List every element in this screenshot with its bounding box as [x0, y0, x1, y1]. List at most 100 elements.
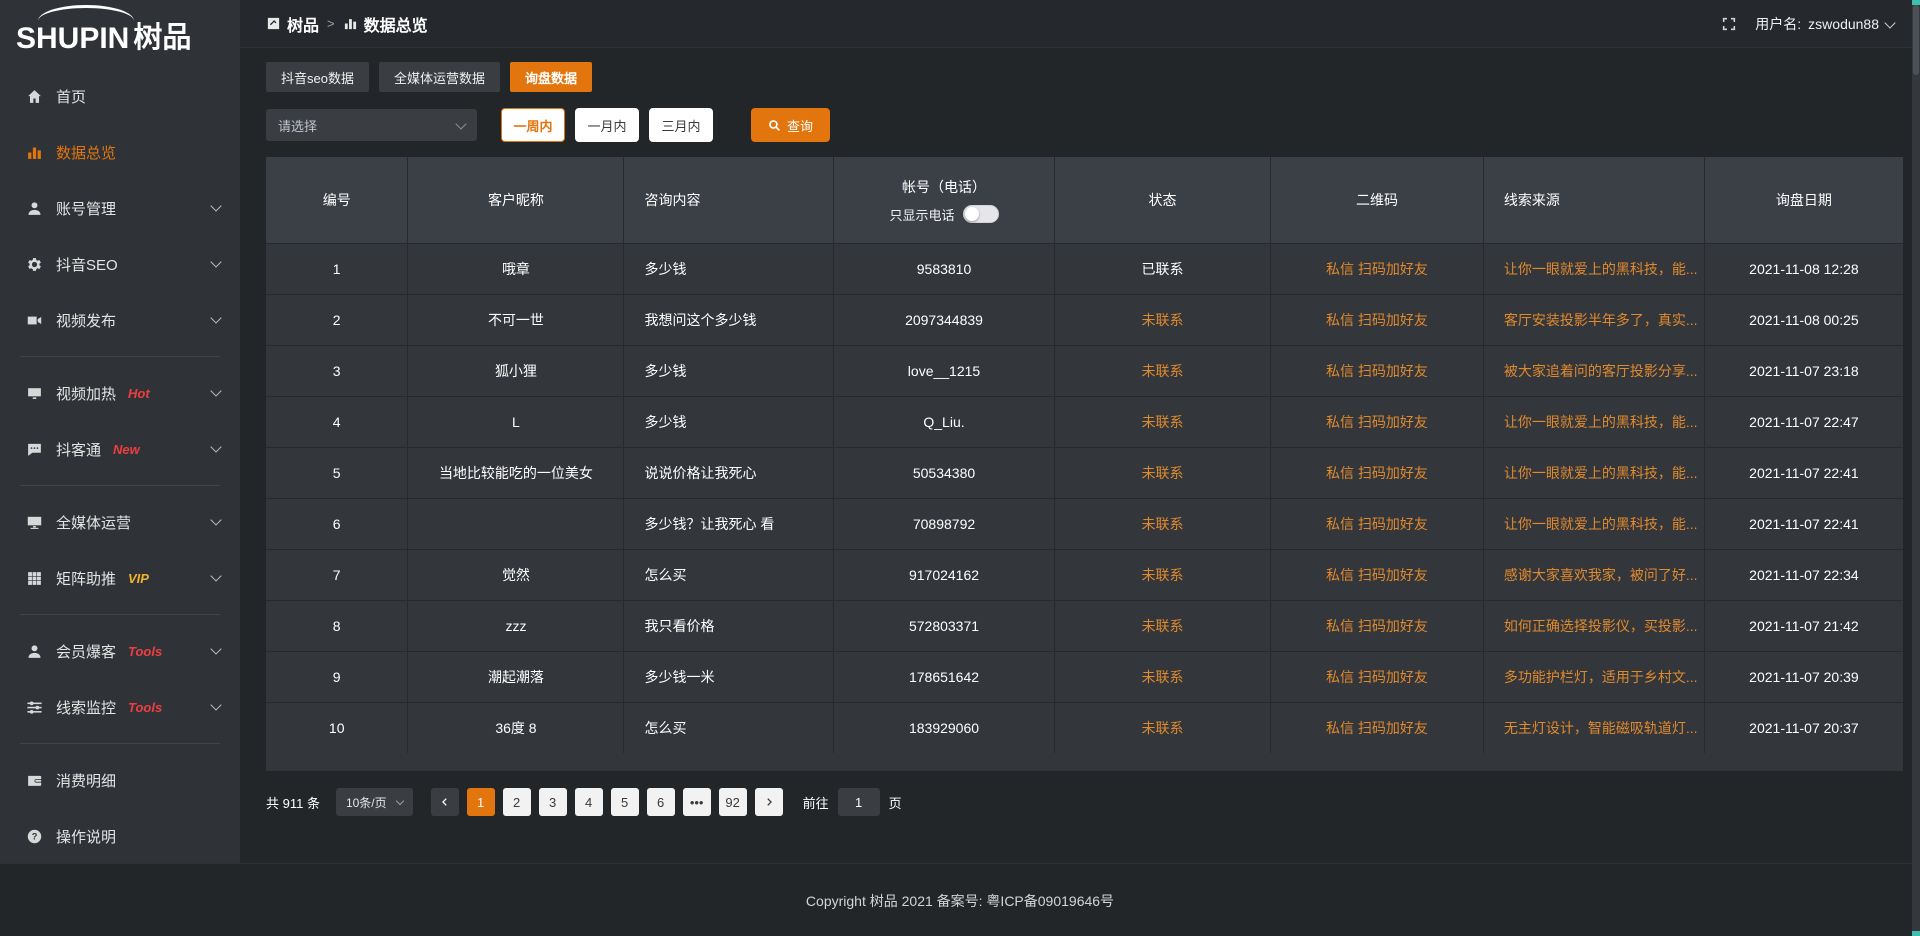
page-ellipsis-button[interactable]: •••: [683, 788, 711, 816]
cell-status: 未联系: [1055, 703, 1271, 753]
cell-nickname: [408, 499, 624, 549]
table-row: 9潮起潮落多少钱一米178651642未联系私信 扫码加好友多功能护栏灯，适用于…: [266, 651, 1903, 702]
sidebar-item-member-baoke[interactable]: 会员爆客Tools: [0, 623, 240, 679]
period-button[interactable]: 一周内: [501, 108, 565, 142]
cell-nickname: 潮起潮落: [408, 652, 624, 702]
cell-account: 9583810: [834, 244, 1055, 294]
fullscreen-icon[interactable]: [1721, 16, 1737, 32]
footer: Copyright 树品 2021 备案号: 粤ICP备09019646号: [0, 863, 1920, 936]
cell-qrcode[interactable]: 私信 扫码加好友: [1271, 499, 1484, 549]
breadcrumb-home[interactable]: 树品: [266, 12, 319, 36]
scrollbar[interactable]: [1912, 0, 1920, 936]
cell-qrcode[interactable]: 私信 扫码加好友: [1271, 448, 1484, 498]
sidebar-item-doukettong[interactable]: 抖客通New: [0, 421, 240, 477]
table-row: 3狐小狸多少钱love__1215未联系私信 扫码加好友被大家追着问的客厅投影分…: [266, 345, 1903, 396]
cell-source[interactable]: 无主灯设计，智能磁吸轨道灯...: [1484, 703, 1705, 753]
cell-source[interactable]: 让你一眼就爱上的黑科技，能...: [1484, 448, 1705, 498]
phone-only-toggle[interactable]: [963, 205, 999, 223]
logo-text-cn: 树品: [133, 14, 191, 56]
column-header: 线索来源: [1484, 157, 1705, 243]
cell-status: 未联系: [1055, 346, 1271, 396]
user-menu[interactable]: 用户名: zswodun88: [1755, 14, 1894, 34]
toggle-knob: [965, 207, 979, 221]
sidebar-item-label: 操作说明: [56, 826, 116, 847]
cell-status: 未联系: [1055, 550, 1271, 600]
cell-content: 我想问这个多少钱: [624, 295, 834, 345]
page-body: 抖音seo数据全媒体运营数据询盘数据 请选择 一周内一月内三月内 查询 编号客户…: [240, 48, 1920, 936]
sidebar-item-badge: Tools: [128, 644, 162, 659]
sidebar-item-media-operation[interactable]: 全媒体运营: [0, 494, 240, 550]
breadcrumb-current[interactable]: 数据总览: [343, 12, 428, 36]
logo-arc-decoration: [38, 5, 134, 21]
page-button-92[interactable]: 92: [719, 788, 747, 816]
prev-page-button[interactable]: [431, 788, 459, 816]
cell-qrcode[interactable]: 私信 扫码加好友: [1271, 295, 1484, 345]
breadcrumb: 树品 > 数据总览: [266, 12, 428, 36]
cell-source[interactable]: 客厅安装投影半年多了，真实...: [1484, 295, 1705, 345]
goto-label: 前往: [803, 793, 829, 812]
cell-source[interactable]: 多功能护栏灯，适用于乡村文...: [1484, 652, 1705, 702]
page-button-1[interactable]: 1: [467, 788, 495, 816]
cell-qrcode[interactable]: 私信 扫码加好友: [1271, 346, 1484, 396]
cell-source[interactable]: 让你一眼就爱上的黑科技，能...: [1484, 244, 1705, 294]
column-header-account: 帐号（电话）只显示电话: [834, 157, 1055, 243]
goto-page-suffix: 页: [889, 793, 902, 812]
filter-select[interactable]: 请选择: [266, 109, 477, 141]
cell-nickname: L: [408, 397, 624, 447]
sidebar-item-label: 首页: [56, 86, 86, 107]
tv-icon: [26, 385, 43, 402]
cell-qrcode[interactable]: 私信 扫码加好友: [1271, 703, 1484, 753]
page-button-4[interactable]: 4: [575, 788, 603, 816]
period-button[interactable]: 一月内: [575, 108, 639, 142]
scrollbar-thumb[interactable]: [1913, 5, 1919, 75]
sidebar-item-matrix-boost[interactable]: 矩阵助推VIP: [0, 550, 240, 606]
sidebar-divider: [20, 614, 220, 615]
goto-page-input[interactable]: [838, 788, 880, 816]
cell-date: 2021-11-07 22:34: [1705, 550, 1903, 600]
cell-qrcode[interactable]: 私信 扫码加好友: [1271, 244, 1484, 294]
tab-douyin-seo-data[interactable]: 抖音seo数据: [266, 62, 369, 92]
grid-icon: [26, 570, 43, 587]
sidebar-item-video-publish[interactable]: 视频发布: [0, 292, 240, 348]
sidebar-item-consume-detail[interactable]: 消费明细: [0, 752, 240, 808]
sidebar-item-clue-monitor[interactable]: 线索监控Tools: [0, 679, 240, 735]
page-button-6[interactable]: 6: [647, 788, 675, 816]
tab-inquiry-data[interactable]: 询盘数据: [510, 62, 592, 92]
cell-qrcode[interactable]: 私信 扫码加好友: [1271, 652, 1484, 702]
sidebar-item-home[interactable]: 首页: [0, 68, 240, 124]
cell-account: 70898792: [834, 499, 1055, 549]
page-button-3[interactable]: 3: [539, 788, 567, 816]
help-icon: ?: [26, 828, 43, 845]
page-button-2[interactable]: 2: [503, 788, 531, 816]
cell-content: 多少钱: [624, 346, 834, 396]
cell-source[interactable]: 被大家追着问的客厅投影分享...: [1484, 346, 1705, 396]
logo[interactable]: SHUPIN 树品: [0, 0, 240, 64]
sidebar-item-account-manage[interactable]: 账号管理: [0, 180, 240, 236]
cell-date: 2021-11-07 23:18: [1705, 346, 1903, 396]
sidebar-item-operation-guide[interactable]: ? 操作说明: [0, 808, 240, 864]
cell-qrcode[interactable]: 私信 扫码加好友: [1271, 550, 1484, 600]
next-page-button[interactable]: [755, 788, 783, 816]
sidebar-item-label: 矩阵助推: [56, 568, 116, 589]
page-button-5[interactable]: 5: [611, 788, 639, 816]
cell-nickname: zzz: [408, 601, 624, 651]
cell-source[interactable]: 如何正确选择投影仪，买投影...: [1484, 601, 1705, 651]
query-button[interactable]: 查询: [751, 108, 830, 142]
chevron-down-icon: [210, 441, 221, 452]
cell-qrcode[interactable]: 私信 扫码加好友: [1271, 601, 1484, 651]
cell-source[interactable]: 让你一眼就爱上的黑科技，能...: [1484, 499, 1705, 549]
cell-id: 3: [266, 346, 408, 396]
tab-media-operation-data[interactable]: 全媒体运营数据: [379, 62, 500, 92]
sidebar-item-video-heat[interactable]: 视频加热Hot: [0, 365, 240, 421]
topbar: 树品 > 数据总览 用户名: zswodun88: [240, 0, 1920, 48]
sidebar-item-douyin-seo[interactable]: 抖音SEO: [0, 236, 240, 292]
app-root: SHUPIN 树品 首页数据总览账号管理抖音SEO视频发布视频加热Hot抖客通N…: [0, 0, 1920, 936]
cell-qrcode[interactable]: 私信 扫码加好友: [1271, 397, 1484, 447]
sidebar-item-data-overview[interactable]: 数据总览: [0, 124, 240, 180]
period-button[interactable]: 三月内: [649, 108, 713, 142]
cell-source[interactable]: 让你一眼就爱上的黑科技，能...: [1484, 397, 1705, 447]
gear-icon: [26, 256, 43, 273]
cell-source[interactable]: 感谢大家喜欢我家，被问了好...: [1484, 550, 1705, 600]
page-size-select[interactable]: 10条/页: [336, 788, 413, 816]
column-header: 编号: [266, 157, 408, 243]
